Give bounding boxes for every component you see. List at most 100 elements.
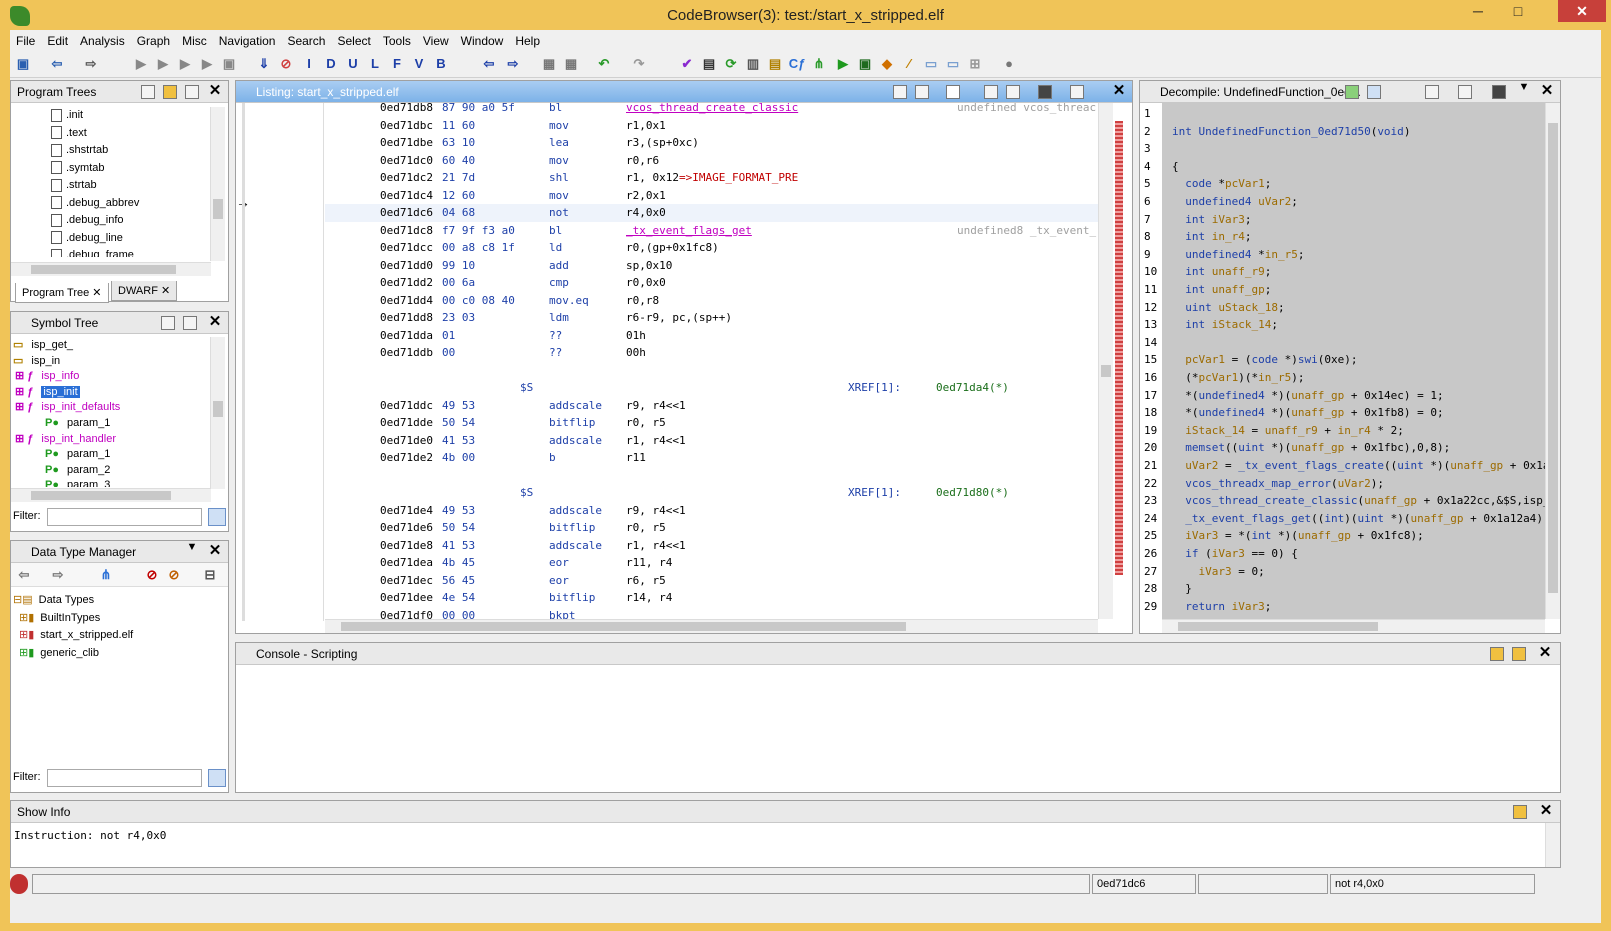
vertical-scrollbar[interactable] [1098, 103, 1113, 619]
close-window-button[interactable]: ✕ [1558, 0, 1606, 22]
horizontal-scrollbar[interactable] [11, 488, 211, 502]
link-icon[interactable] [183, 316, 197, 330]
listing-row[interactable]: 0ed71de2 4b 00 b r11 [325, 449, 1098, 467]
toolbar-letter-b[interactable]: B [432, 55, 450, 73]
vertical-scrollbar[interactable] [210, 337, 225, 489]
listing-row[interactable]: 0ed71de8 41 53 addscale r1, r4<<1 [325, 537, 1098, 555]
help-icon[interactable]: ● [1000, 55, 1018, 73]
ro-icon[interactable] [1367, 85, 1381, 99]
menu-analysis[interactable]: Analysis [74, 34, 131, 48]
paste-icon[interactable] [915, 85, 929, 99]
tree-item[interactable]: .debug_info [51, 212, 124, 229]
listing-row[interactable]: 0ed71dc2 21 7d shl r1, 0x12=>IMAGE_FORMAT_P… [325, 169, 1098, 187]
prev-icon[interactable]: ⇦ [480, 55, 498, 73]
decompile-line[interactable]: if (iVar3 == 0) { [1140, 545, 1546, 563]
open-folder-icon[interactable] [163, 85, 177, 99]
listing-row[interactable]: 0ed71dd8 23 03 ldm r6-r9, pc,(sp++) [325, 309, 1098, 327]
field-editor-icon[interactable] [984, 85, 998, 99]
clear-icon[interactable] [1513, 805, 1527, 819]
menu-graph[interactable]: Graph [131, 34, 176, 48]
decompile-line[interactable]: *(undefined4 *)(unaff_gp + 0x14ec) = 1; [1140, 387, 1546, 405]
nav-icon-4[interactable]: ▶ [198, 55, 216, 73]
menu-chevron-icon[interactable]: ▼ [1515, 81, 1533, 93]
close-icon[interactable]: ✕ [206, 541, 224, 559]
symbol-item[interactable]: P● param_3 [45, 477, 110, 487]
listing-row[interactable]: 0ed71de6 50 54 bitflip r0, r5 [325, 519, 1098, 537]
copy-icon[interactable] [1425, 85, 1439, 99]
datatype-item[interactable]: ⊞▮ generic_clib [19, 645, 99, 662]
listing-row[interactable]: 0ed71ddb 00?? 00h [325, 344, 1098, 362]
xref-address[interactable]: 0ed71d80(*) [936, 484, 1009, 502]
overview-bar[interactable] [1115, 121, 1123, 575]
nav-icon-3[interactable]: ▶ [176, 55, 194, 73]
memory-icon[interactable]: ▤ [700, 55, 718, 73]
decompile-line[interactable]: vcos_thread_create_classic(unaff_gp + 0x… [1140, 492, 1546, 510]
back-icon[interactable]: ⇦ [48, 55, 66, 73]
xref-address[interactable]: 0ed71da4(*) [936, 379, 1009, 397]
toolbar-letter-v[interactable]: V [410, 55, 428, 73]
listing-row[interactable]: 0ed71dec 56 45 eor r6, r5 [325, 572, 1098, 590]
copy-icon[interactable] [893, 85, 907, 99]
forward-icon[interactable]: ⇨ [82, 55, 100, 73]
listing-row[interactable]: 0ed71dd4 00 c0 08 40 mov.eq r0,r8 [325, 292, 1098, 310]
run-icon[interactable]: ▶ [834, 55, 852, 73]
menu-window[interactable]: Window [455, 34, 510, 48]
symbol-item[interactable]: ⊞ ƒ isp_int_handler [15, 431, 116, 448]
tree-item[interactable]: .strtab [51, 177, 97, 194]
chip-icon[interactable]: ▣ [856, 55, 874, 73]
listing-row[interactable]: $S XREF[1]: 0ed71d80(*) [325, 484, 1098, 502]
collapse-icon[interactable]: ⊟ [201, 566, 219, 584]
listing-row[interactable]: $S XREF[1]: 0ed71da4(*) [325, 379, 1098, 397]
toolbar-letter-d[interactable]: D [322, 55, 340, 73]
menu-misc[interactable]: Misc [176, 34, 213, 48]
decompile-line[interactable]: pcVar1 = (code *)swi(0xe); [1140, 351, 1546, 369]
snapshot-icon[interactable] [1038, 85, 1052, 99]
table-icon[interactable]: ▥ [744, 55, 762, 73]
decompile-line[interactable]: memset((uint *)(unaff_gp + 0x1fbc),0,8); [1140, 439, 1546, 457]
close-icon[interactable]: ✕ [1110, 81, 1128, 99]
listing-row[interactable] [325, 362, 1098, 380]
redo-icon[interactable]: ↷ [630, 55, 648, 73]
decompile-line[interactable] [1140, 140, 1546, 158]
back-icon[interactable]: ⇦ [15, 566, 33, 584]
maximize-button[interactable]: □ [1500, 0, 1536, 22]
decompile-line[interactable]: (*pcVar1)(*in_r5); [1140, 369, 1546, 387]
decompile-line[interactable]: _tx_event_flags_get((int)(uint *)(unaff_… [1140, 510, 1546, 528]
decompile-line[interactable]: int iStack_14; [1140, 316, 1546, 334]
decompile-line[interactable]: *(undefined4 *)(unaff_gp + 0x1fb8) = 0; [1140, 404, 1546, 422]
menu-edit[interactable]: Edit [41, 34, 74, 48]
dtm-filter-input[interactable] [47, 769, 202, 787]
menu-search[interactable]: Search [281, 34, 331, 48]
decompile-line[interactable]: int unaff_gp; [1140, 281, 1546, 299]
window-icon[interactable]: ▭ [922, 55, 940, 73]
close-icon[interactable]: ✕ [1538, 81, 1556, 99]
stop-icon[interactable]: ⊘ [277, 55, 295, 73]
toolbar-letter-f[interactable]: F [388, 55, 406, 73]
checkmark-icon[interactable]: ✔ [678, 55, 696, 73]
datatype-item[interactable]: ⊞▮ start_x_stripped.elf [19, 627, 133, 644]
horizontal-scrollbar[interactable] [11, 262, 211, 276]
listing-row[interactable]: 0ed71dcc 00 a8 c8 1f ld r0,(gp+0x1fc8) [325, 239, 1098, 257]
symbol-item[interactable]: P● param_2 [45, 462, 110, 479]
clear-icon[interactable] [1512, 647, 1526, 661]
refresh-icon[interactable] [1345, 85, 1359, 99]
horizontal-scrollbar[interactable] [1162, 619, 1545, 633]
horizontal-scrollbar[interactable] [325, 619, 1098, 633]
symbol-item[interactable]: ⊞ ƒ isp_info [15, 368, 79, 385]
menu-chevron-icon[interactable]: ▼ [183, 541, 201, 553]
datatype-item[interactable]: ⊞▮ BuiltInTypes [19, 610, 100, 627]
listing-row[interactable]: 0ed71dda 01?? 01h [325, 327, 1098, 345]
window-icon-2[interactable]: ▭ [944, 55, 962, 73]
wand-icon[interactable]: ∕ [900, 55, 918, 73]
decompile-line[interactable]: vcos_threadx_map_error(uVar2); [1140, 475, 1546, 493]
next-icon[interactable]: ⇨ [504, 55, 522, 73]
decompile-line[interactable]: return iVar3; [1140, 598, 1546, 616]
listing-row[interactable]: 0ed71dc8 f7 9f f3 a0 bl _tx_event_flags_get… [325, 222, 1098, 240]
decompile-line[interactable] [1140, 334, 1546, 352]
tree-item[interactable]: .debug_frame [51, 247, 134, 257]
snapshot-icon[interactable] [1492, 85, 1506, 99]
decompile-line[interactable]: iVar3 = *(int *)(unaff_gp + 0x1fc8); [1140, 527, 1546, 545]
symbol-item[interactable]: ⊞ ƒ isp_init_defaults [15, 399, 120, 416]
lock-icon[interactable] [1490, 647, 1504, 661]
toolbar-letter-i[interactable]: I [300, 55, 318, 73]
